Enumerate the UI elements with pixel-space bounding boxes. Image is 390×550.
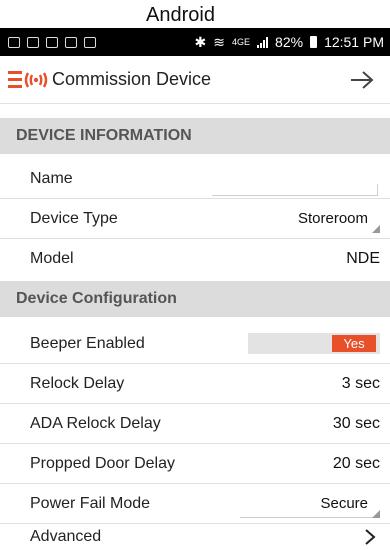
model-value: NDE — [346, 249, 380, 267]
section-title: DEVICE INFORMATION — [16, 127, 192, 144]
page-title: Commission Device — [52, 69, 212, 89]
dropdown-underline — [240, 516, 380, 518]
caption-text: Android — [146, 4, 215, 26]
propped-door-delay-row[interactable]: Propped Door Delay 20 sec — [0, 445, 390, 482]
divider — [0, 363, 390, 364]
notification-icons — [8, 36, 96, 48]
arrow-right-icon — [351, 70, 374, 89]
divider — [0, 403, 390, 404]
divider — [0, 443, 390, 444]
divider — [0, 238, 390, 239]
power-fail-mode-dropdown[interactable]: Secure — [240, 490, 380, 518]
beeper-toggle-state: Yes — [332, 335, 376, 352]
name-field[interactable] — [212, 184, 378, 196]
propped-door-delay-value: 20 sec — [332, 454, 380, 472]
ada-relock-delay-row[interactable]: ADA Relock Delay 30 sec — [0, 405, 390, 442]
ada-relock-delay-value: 30 sec — [332, 414, 380, 432]
power-fail-mode-label: Power Fail Mode — [30, 494, 151, 512]
relock-delay-label: Relock Delay — [30, 374, 125, 392]
status-bar: ✱ ≋ 4GE 82% 12:51 PM — [0, 28, 390, 56]
beeper-toggle[interactable]: Yes — [248, 333, 380, 354]
section-title: Device Configuration — [16, 290, 177, 307]
device-type-row: Device Type Storeroom — [0, 200, 390, 237]
device-type-label: Device Type — [30, 209, 118, 227]
advanced-label: Advanced — [30, 528, 102, 545]
device-type-value: Storeroom — [297, 210, 368, 227]
section-device-information: DEVICE INFORMATION — [0, 118, 390, 154]
divider — [0, 198, 390, 199]
next-button[interactable] — [348, 66, 376, 94]
relock-delay-value: 3 sec — [341, 374, 380, 392]
relock-delay-row[interactable]: Relock Delay 3 sec — [0, 365, 390, 402]
model-label: Model — [30, 249, 74, 267]
power-fail-mode-value: Secure — [320, 495, 368, 512]
app-bar: Commission Device — [0, 56, 390, 104]
battery-icon — [310, 36, 318, 48]
clock: 12:51 PM — [324, 34, 384, 50]
battery-percent: 82% — [275, 34, 304, 50]
dropdown-corner-icon — [372, 224, 380, 233]
gallery-notification-icon — [8, 36, 20, 48]
wifi-icon: ≋ — [213, 33, 226, 50]
beeper-row: Beeper Enabled Yes — [0, 325, 390, 362]
system-status: ✱ ≋ 4GE 82% 12:51 PM — [195, 34, 384, 51]
cast-notification-icon — [46, 36, 58, 48]
signal-strength-icon — [257, 36, 269, 48]
power-fail-mode-row: Power Fail Mode Secure — [0, 485, 390, 522]
calendar-notification-icon — [65, 36, 77, 48]
propped-door-delay-label: Propped Door Delay — [30, 454, 175, 472]
beeper-label: Beeper Enabled — [30, 334, 145, 352]
dropdown-corner-icon — [372, 509, 380, 518]
screenshot-caption: Android — [0, 0, 390, 28]
bag-notification-icon — [84, 36, 96, 48]
advanced-row[interactable]: Advanced — [0, 524, 390, 550]
network-type: 4GE — [232, 37, 251, 47]
section-device-configuration: Device Configuration — [0, 281, 390, 317]
bluetooth-icon: ✱ — [194, 33, 207, 50]
orange-signal-logo-icon — [8, 66, 50, 94]
model-row: Model NDE — [0, 240, 390, 277]
device-type-dropdown[interactable]: Storeroom — [250, 205, 380, 233]
ada-relock-delay-label: ADA Relock Delay — [30, 414, 161, 432]
divider — [0, 483, 390, 484]
messages-notification-icon — [27, 36, 39, 48]
chevron-right-icon — [360, 527, 380, 547]
